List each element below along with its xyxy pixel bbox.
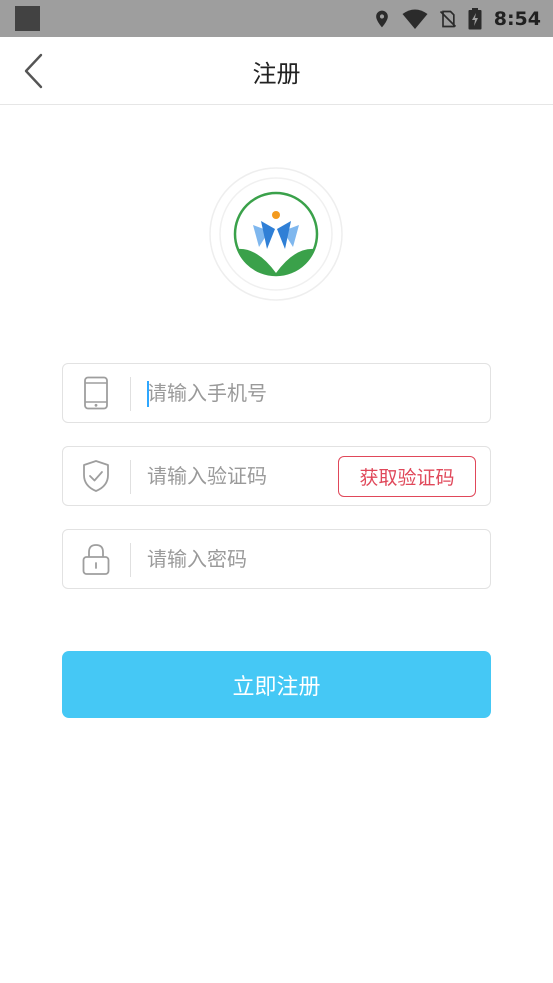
wifi-icon [402,9,428,29]
lock-icon [79,542,113,576]
code-input[interactable] [147,447,337,505]
status-time: 8:54 [493,7,541,30]
nav-bar: 注册 [0,37,553,105]
chevron-left-icon [24,53,43,89]
text-caret [147,381,149,407]
password-field [62,529,491,589]
phone-icon [79,376,113,410]
back-button[interactable] [16,51,50,91]
code-field: 获取验证码 [62,446,491,506]
phone-field [62,363,491,423]
status-bar: 8:54 [0,0,553,37]
register-button[interactable]: 立即注册 [62,651,491,718]
notification-icon [15,6,40,31]
field-divider [130,377,131,411]
get-code-button[interactable]: 获取验证码 [338,456,476,497]
phone-input[interactable] [147,364,337,422]
app-logo-icon [209,167,343,301]
location-icon [375,10,388,27]
battery-charging-icon [468,7,482,29]
field-divider [130,543,131,577]
status-icons: 8:54 [372,0,541,37]
page-title: 注册 [252,59,301,88]
app-logo [209,167,343,301]
password-input[interactable] [147,530,337,588]
no-sim-icon [439,10,456,27]
field-divider [130,460,131,494]
shield-check-icon [79,459,113,493]
